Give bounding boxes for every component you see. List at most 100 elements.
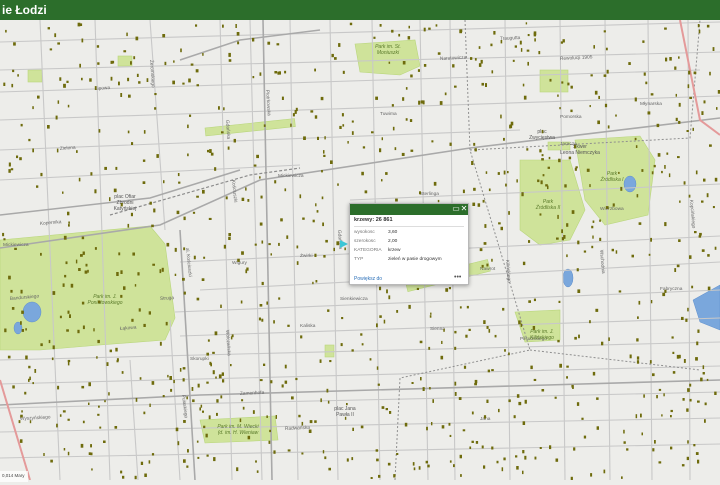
shrub-marker[interactable] (351, 349, 354, 352)
shrub-marker[interactable] (261, 281, 264, 286)
shrub-marker[interactable] (427, 464, 430, 468)
shrub-marker[interactable] (645, 81, 648, 85)
shrub-marker[interactable] (196, 440, 199, 443)
shrub-marker[interactable] (389, 411, 392, 414)
shrub-marker[interactable] (488, 328, 491, 333)
shrub-marker[interactable] (361, 171, 364, 176)
shrub-marker[interactable] (259, 379, 263, 382)
shrub-marker[interactable] (290, 123, 292, 127)
shrub-marker[interactable] (183, 420, 186, 423)
shrub-marker[interactable] (601, 341, 604, 346)
shrub-marker[interactable] (255, 460, 257, 463)
shrub-marker[interactable] (701, 200, 704, 203)
shrub-marker[interactable] (8, 275, 11, 280)
shrub-marker[interactable] (449, 142, 452, 146)
shrub-marker[interactable] (28, 365, 31, 369)
shrub-marker[interactable] (683, 359, 686, 363)
shrub-marker[interactable] (681, 464, 685, 467)
shrub-marker[interactable] (508, 399, 511, 403)
shrub-marker[interactable] (670, 409, 673, 413)
shrub-marker[interactable] (20, 414, 23, 418)
shrub-marker[interactable] (120, 294, 123, 298)
shrub-marker[interactable] (513, 415, 516, 419)
shrub-marker[interactable] (534, 38, 536, 42)
shrub-marker[interactable] (252, 410, 255, 414)
shrub-marker[interactable] (296, 261, 299, 265)
shrub-marker[interactable] (48, 339, 51, 344)
shrub-marker[interactable] (478, 46, 481, 49)
shrub-marker[interactable] (703, 100, 706, 104)
shrub-marker[interactable] (239, 418, 242, 423)
shrub-marker[interactable] (327, 400, 330, 404)
shrub-marker[interactable] (596, 426, 599, 430)
shrub-marker[interactable] (706, 378, 709, 381)
shrub-marker[interactable] (259, 72, 262, 76)
shrub-marker[interactable] (701, 111, 704, 115)
shrub-marker[interactable] (689, 255, 692, 259)
shrub-marker[interactable] (661, 414, 663, 417)
shrub-marker[interactable] (484, 224, 487, 228)
shrub-marker[interactable] (385, 408, 388, 411)
shrub-marker[interactable] (641, 169, 644, 172)
shrub-marker[interactable] (346, 458, 349, 462)
shrub-marker[interactable] (618, 290, 622, 293)
shrub-marker[interactable] (109, 197, 111, 202)
shrub-marker[interactable] (69, 314, 71, 318)
shrub-marker[interactable] (423, 64, 427, 67)
shrub-marker[interactable] (459, 454, 462, 459)
shrub-marker[interactable] (126, 32, 128, 37)
shrub-marker[interactable] (620, 186, 623, 191)
shrub-marker[interactable] (12, 385, 15, 389)
shrub-marker[interactable] (321, 170, 323, 173)
shrub-marker[interactable] (120, 93, 123, 97)
shrub-marker[interactable] (570, 85, 573, 89)
shrub-marker[interactable] (64, 274, 67, 278)
shrub-marker[interactable] (127, 130, 130, 134)
shrub-marker[interactable] (78, 268, 81, 271)
shrub-marker[interactable] (371, 131, 374, 134)
shrub-marker[interactable] (323, 255, 326, 258)
shrub-marker[interactable] (121, 371, 124, 374)
shrub-marker[interactable] (706, 24, 710, 28)
shrub-marker[interactable] (308, 429, 312, 434)
shrub-marker[interactable] (67, 359, 71, 363)
shrub-marker[interactable] (166, 242, 170, 247)
shrub-marker[interactable] (643, 72, 646, 76)
shrub-marker[interactable] (284, 188, 287, 192)
shrub-marker[interactable] (245, 187, 247, 191)
shrub-marker[interactable] (482, 199, 485, 203)
shrub-marker[interactable] (448, 287, 451, 290)
shrub-marker[interactable] (557, 214, 559, 219)
shrub-marker[interactable] (81, 385, 85, 389)
shrub-marker[interactable] (93, 328, 95, 332)
shrub-marker[interactable] (106, 362, 109, 366)
shrub-marker[interactable] (186, 396, 188, 400)
shrub-marker[interactable] (394, 147, 397, 151)
shrub-marker[interactable] (20, 321, 22, 325)
shrub-marker[interactable] (686, 130, 689, 132)
shrub-marker[interactable] (270, 253, 273, 256)
shrub-marker[interactable] (657, 153, 661, 157)
shrub-marker[interactable] (115, 166, 118, 170)
shrub-marker[interactable] (664, 165, 666, 169)
shrub-marker[interactable] (206, 352, 209, 356)
shrub-marker[interactable] (648, 253, 651, 256)
shrub-marker[interactable] (662, 292, 666, 297)
shrub-marker[interactable] (497, 172, 500, 175)
shrub-marker[interactable] (199, 407, 201, 411)
shrub-marker[interactable] (608, 337, 610, 341)
shrub-marker[interactable] (683, 181, 686, 185)
shrub-marker[interactable] (522, 421, 526, 425)
shrub-marker[interactable] (182, 82, 185, 85)
shrub-marker[interactable] (63, 235, 67, 240)
shrub-marker[interactable] (208, 217, 212, 220)
shrub-marker[interactable] (637, 316, 639, 319)
shrub-marker[interactable] (322, 450, 325, 454)
shrub-marker[interactable] (605, 206, 609, 209)
shrub-marker[interactable] (221, 131, 224, 134)
shrub-marker[interactable] (82, 420, 85, 424)
shrub-marker[interactable] (237, 258, 240, 262)
shrub-marker[interactable] (164, 61, 167, 66)
shrub-marker[interactable] (558, 158, 561, 163)
shrub-marker[interactable] (267, 41, 271, 45)
